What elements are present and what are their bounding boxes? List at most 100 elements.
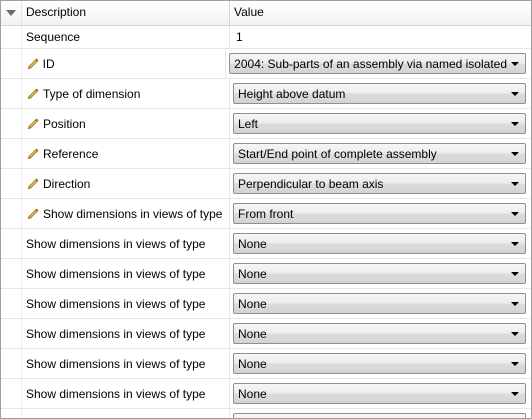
value-dropdown[interactable]: From front xyxy=(233,203,526,224)
value-dropdown[interactable]: 2004: Sub-parts of an assembly via named… xyxy=(229,53,526,74)
property-value: None xyxy=(230,319,531,348)
value-dropdown[interactable]: None xyxy=(233,263,526,284)
row-gutter xyxy=(1,409,22,418)
value-dropdown[interactable]: Perpendicular to beam axis xyxy=(233,173,526,194)
row-gutter xyxy=(1,319,22,348)
dropdown-selected-value: 2004: Sub-parts of an assembly via named… xyxy=(234,56,507,71)
pencil-icon xyxy=(26,177,40,191)
chevron-down-icon[interactable] xyxy=(511,181,519,186)
pencil-icon xyxy=(26,117,40,131)
property-value: Perpendicular to beam axis xyxy=(230,169,531,198)
row-gutter xyxy=(1,379,22,408)
property-description: ID xyxy=(22,49,227,78)
property-row[interactable]: Reference Start/End point of complete ass… xyxy=(1,139,531,169)
row-gutter xyxy=(1,26,22,48)
value-dropdown[interactable]: None xyxy=(233,293,526,314)
value-dropdown[interactable]: Height above datum xyxy=(233,83,526,104)
property-row[interactable]: Show dimensions in views of type None xyxy=(1,379,531,409)
value-dropdown[interactable]: Left xyxy=(233,113,526,134)
description-column-header[interactable]: Description xyxy=(22,1,230,25)
dropdown-selected-value: None xyxy=(238,326,267,341)
chevron-down-icon[interactable] xyxy=(511,91,519,96)
property-value: Start/End point of complete assembly xyxy=(230,139,531,168)
row-gutter xyxy=(1,79,22,108)
property-description: Direction xyxy=(22,169,230,198)
chevron-down-icon[interactable] xyxy=(511,241,519,246)
value-dropdown[interactable]: None xyxy=(233,383,526,404)
value-dropdown[interactable]: None xyxy=(233,413,526,418)
property-value: 2004: Sub-parts of an assembly via named… xyxy=(226,49,531,78)
chevron-down-icon[interactable] xyxy=(511,361,519,366)
property-value[interactable]: 1 xyxy=(230,26,531,48)
property-value: None xyxy=(230,259,531,288)
triangle-down-icon[interactable] xyxy=(6,10,16,16)
property-description-label: Position xyxy=(43,116,86,131)
row-gutter xyxy=(1,139,22,168)
expander-header[interactable] xyxy=(1,1,22,25)
property-row[interactable]: Type of dimension Height above datum xyxy=(1,79,531,109)
dropdown-selected-value: Start/End point of complete assembly xyxy=(238,146,437,161)
property-row[interactable]: Show dimensions in views of typeNone xyxy=(1,409,531,418)
property-row[interactable]: Show dimensions in views of type None xyxy=(1,319,531,349)
dropdown-selected-value: Perpendicular to beam axis xyxy=(238,176,384,191)
property-description-label: Show dimensions in views of type xyxy=(26,326,206,341)
pencil-icon xyxy=(26,57,40,71)
property-row[interactable]: Position Left xyxy=(1,109,531,139)
chevron-down-icon[interactable] xyxy=(511,331,519,336)
property-description-label: Show dimensions in views of type xyxy=(26,386,206,401)
property-row[interactable]: Sequence 1 xyxy=(1,26,531,49)
property-description: Show dimensions in views of type xyxy=(22,229,230,258)
value-dropdown[interactable]: Start/End point of complete assembly xyxy=(233,143,526,164)
property-row[interactable]: Direction Perpendicular to beam axis xyxy=(1,169,531,199)
property-row[interactable]: Show dimensions in views of typeNone xyxy=(1,349,531,379)
property-row[interactable]: Show dimensions in views of type None xyxy=(1,259,531,289)
row-gutter xyxy=(1,169,22,198)
sequence-value[interactable]: 1 xyxy=(236,30,243,44)
dropdown-selected-value: None xyxy=(238,386,267,401)
chevron-down-icon[interactable] xyxy=(511,211,519,216)
property-description-label: Show dimensions in views of type xyxy=(26,236,206,251)
property-description: Reference xyxy=(22,139,230,168)
property-row[interactable]: Show dimensions in views of type From fro… xyxy=(1,199,531,229)
chevron-down-icon[interactable] xyxy=(511,61,519,66)
dropdown-selected-value: None xyxy=(238,236,267,251)
property-value: Height above datum xyxy=(230,79,531,108)
property-description-label: Show dimensions in views of type xyxy=(26,266,206,281)
property-value: None xyxy=(230,409,531,418)
property-description: Type of dimension xyxy=(22,79,230,108)
property-description: Show dimensions in views of type xyxy=(22,379,230,408)
property-grid: Description Value Sequence 1 ID 2004: Sub-p… xyxy=(0,0,532,419)
property-description-label: ID xyxy=(42,56,55,71)
chevron-down-icon[interactable] xyxy=(511,301,519,306)
chevron-down-icon[interactable] xyxy=(511,391,519,396)
chevron-down-icon[interactable] xyxy=(511,121,519,126)
property-value: Left xyxy=(230,109,531,138)
property-description-label: Direction xyxy=(43,176,91,191)
chevron-down-icon[interactable] xyxy=(511,271,519,276)
property-value: None xyxy=(230,229,531,258)
chevron-down-icon[interactable] xyxy=(511,151,519,156)
property-row[interactable]: ID 2004: Sub-parts of an assembly via nam… xyxy=(1,49,531,79)
dropdown-selected-value: None xyxy=(238,356,267,371)
grid-header: Description Value xyxy=(1,1,531,26)
property-description-label: Type of dimension xyxy=(43,86,141,101)
grid-body: Sequence 1 ID 2004: Sub-parts of an assembl… xyxy=(1,26,531,418)
property-value: From front xyxy=(230,199,531,228)
row-gutter xyxy=(1,229,22,258)
property-row[interactable]: Show dimensions in views of type None xyxy=(1,289,531,319)
value-dropdown[interactable]: None xyxy=(233,323,526,344)
property-description-label: Reference xyxy=(43,146,99,161)
value-dropdown[interactable]: None xyxy=(233,353,526,374)
row-gutter xyxy=(1,199,22,228)
property-description: Show dimensions in views of type xyxy=(22,319,230,348)
dropdown-selected-value: None xyxy=(238,296,267,311)
pencil-icon xyxy=(26,147,40,161)
property-description: Position xyxy=(22,109,230,138)
property-row[interactable]: Show dimensions in views of type None xyxy=(1,229,531,259)
value-dropdown[interactable]: None xyxy=(233,233,526,254)
pencil-icon xyxy=(26,87,40,101)
dropdown-selected-value: None xyxy=(238,266,267,281)
value-column-header[interactable]: Value xyxy=(230,1,531,25)
pencil-icon xyxy=(26,207,40,221)
property-description: Show dimensions in views of type xyxy=(22,289,230,318)
